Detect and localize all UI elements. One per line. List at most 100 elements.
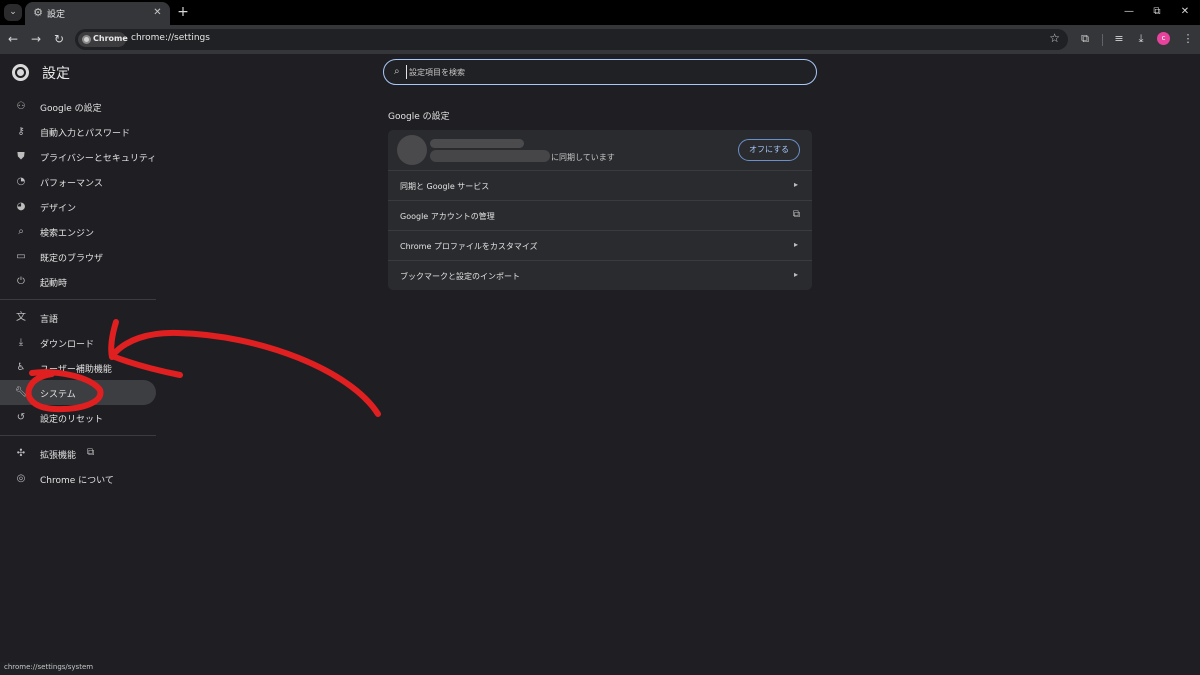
sidebar-item-label: 言語 [40, 315, 59, 325]
row-label: Chrome プロファイルをカスタマイズ [400, 242, 538, 251]
row-import-bookmarks[interactable]: ブックマークと設定のインポート ▸ [388, 260, 812, 290]
chrome-site-chip[interactable]: Chrome [78, 32, 128, 47]
tab-settings[interactable]: ⚙ 設定 ✕ [25, 2, 170, 25]
page-title: 設定 [42, 66, 70, 82]
sidebar-item-extensions[interactable]: ✣ 拡張機能 ⧉ [0, 441, 156, 466]
bookmark-star-icon[interactable]: ☆ [1049, 31, 1060, 45]
chrome-logo-icon [12, 64, 29, 81]
sidebar-item-label: デザイン [40, 204, 77, 214]
chevron-right-icon: ▸ [793, 270, 798, 279]
sidebar-item-languages[interactable]: 文 言語 [0, 305, 156, 330]
sidebar-item-label: ダウンロード [40, 340, 95, 350]
reload-icon[interactable]: ↻ [51, 31, 67, 47]
puzzle-icon: ✣ [16, 448, 26, 459]
sidebar-item-appearance[interactable]: ◕ デザイン [0, 194, 156, 219]
url-text[interactable]: chrome://settings [131, 33, 210, 43]
forward-arrow-icon[interactable]: → [28, 31, 44, 47]
sidebar-item-label: Chrome について [40, 476, 114, 486]
sidebar-item-label: 既定のブラウザ [40, 254, 104, 264]
download-icon[interactable]: ⤓ [1133, 31, 1149, 47]
sidebar-item-about-chrome[interactable]: ◎ Chrome について [0, 466, 156, 491]
sidebar-item-google[interactable]: ⚇ Google の設定 [0, 94, 156, 119]
sync-status-text: に同期しています [551, 153, 615, 162]
avatar [397, 135, 427, 165]
redacted-account-name [430, 139, 524, 148]
redacted-account-email [430, 150, 550, 162]
chrome-icon: ◎ [16, 473, 26, 484]
kebab-menu-icon[interactable]: ⋮ [1180, 31, 1196, 47]
minimize-icon[interactable]: — [1122, 4, 1136, 20]
media-control-icon[interactable]: ≡ [1111, 31, 1127, 47]
address-bar[interactable]: Chrome chrome://settings ☆ [75, 29, 1068, 50]
sidebar-item-label: 自動入力とパスワード [40, 129, 131, 139]
tab-search-chevron-icon[interactable]: ⌄ [4, 4, 22, 21]
wrench-icon: 🔧︎ [14, 387, 28, 398]
chip-label: Chrome [93, 34, 128, 43]
sidebar-item-accessibility[interactable]: ♿ ユーザー補助機能 [0, 355, 156, 380]
google-settings-card: に同期しています オフにする 同期と Google サービス ▸ Google … [388, 130, 812, 290]
close-icon[interactable]: ✕ [151, 6, 164, 19]
sidebar-item-search-engine[interactable]: ⌕ 検索エンジン [0, 219, 156, 244]
tab-title: 設定 [47, 10, 66, 20]
tab-strip: ⌄ ⚙ 設定 ✕ + — ⧉ ✕ [0, 0, 1200, 25]
status-url: chrome://settings/system [4, 663, 94, 671]
person-icon: ⚇ [16, 101, 26, 112]
section-title: Google の設定 [388, 112, 450, 122]
reset-icon: ↺ [16, 412, 26, 423]
sidebar-item-on-startup[interactable]: ⏻ 起動時 [0, 269, 156, 294]
row-manage-google-account[interactable]: Google アカウントの管理 ⧉ [388, 200, 812, 230]
sidebar-item-performance[interactable]: ◔ パフォーマンス [0, 169, 156, 194]
sidebar-item-label: プライバシーとセキュリティ [40, 154, 157, 164]
sidebar-item-autofill[interactable]: ⚷ 自動入力とパスワード [0, 119, 156, 144]
key-icon: ⚷ [17, 126, 25, 137]
sidebar-item-label: システム [40, 390, 76, 400]
new-tab-plus-icon[interactable]: + [176, 4, 190, 20]
accessibility-icon: ♿ [16, 362, 26, 373]
power-icon: ⏻ [17, 276, 25, 287]
sidebar-item-label: 検索エンジン [40, 229, 95, 239]
gear-icon: ⚙ [33, 6, 43, 19]
palette-icon: ◕ [16, 201, 26, 212]
settings-sidebar: 設定 ⚇ Google の設定 ⚷ 自動入力とパスワード ⛊ プライバシーとセキ… [0, 54, 160, 665]
chrome-logo-icon [82, 35, 91, 44]
extensions-puzzle-icon[interactable]: ⧉ [1077, 31, 1093, 47]
search-icon: ⌕ [394, 66, 400, 77]
download-icon: ⤓ [18, 337, 24, 348]
sidebar-divider [0, 435, 156, 436]
sidebar-item-label: 拡張機能 [40, 451, 77, 461]
account-row: に同期しています オフにする [388, 130, 812, 170]
browser-toolbar: ← → ↻ Chrome chrome://settings ☆ ⧉ ≡ ⤓ c… [0, 25, 1200, 54]
sidebar-item-reset[interactable]: ↺ 設定のリセット [0, 405, 156, 430]
sidebar-item-system[interactable]: 🔧︎ システム [0, 380, 156, 405]
sidebar-item-label: パフォーマンス [40, 179, 103, 189]
settings-search-box[interactable]: ⌕ [383, 59, 817, 85]
status-bar: chrome://settings/system [0, 662, 93, 675]
red-annotation-overlay [25, 319, 381, 417]
browser-icon: ▭ [16, 251, 26, 262]
sidebar-item-privacy[interactable]: ⛊ プライバシーとセキュリティ [0, 144, 156, 169]
speedometer-icon: ◔ [16, 176, 26, 187]
row-label: Google アカウントの管理 [400, 212, 495, 221]
row-label: ブックマークと設定のインポート [400, 272, 520, 281]
sidebar-item-label: Google の設定 [40, 104, 102, 114]
toolbar-divider [1102, 34, 1103, 46]
sidebar-item-downloads[interactable]: ⤓ ダウンロード [0, 330, 156, 355]
translate-icon: 文 [16, 312, 26, 323]
sidebar-item-label: ユーザー補助機能 [40, 365, 112, 375]
row-customize-profile[interactable]: Chrome プロファイルをカスタマイズ ▸ [388, 230, 812, 260]
external-link-icon: ⧉ [792, 209, 800, 220]
row-sync-google-services[interactable]: 同期と Google サービス ▸ [388, 170, 812, 200]
sidebar-divider [0, 299, 156, 300]
search-input[interactable] [406, 65, 806, 79]
turn-off-sync-button[interactable]: オフにする [738, 139, 800, 161]
chevron-right-icon: ▸ [793, 180, 798, 189]
sidebar-item-default-browser[interactable]: ▭ 既定のブラウザ [0, 244, 156, 269]
shield-icon: ⛊ [17, 151, 25, 162]
window-close-icon[interactable]: ✕ [1178, 4, 1192, 20]
external-link-icon: ⧉ [87, 447, 95, 458]
sidebar-item-label: 設定のリセット [40, 415, 104, 425]
search-icon: ⌕ [18, 226, 24, 237]
back-arrow-icon[interactable]: ← [5, 31, 21, 47]
restore-icon[interactable]: ⧉ [1150, 4, 1164, 20]
avatar[interactable]: c [1157, 32, 1170, 45]
